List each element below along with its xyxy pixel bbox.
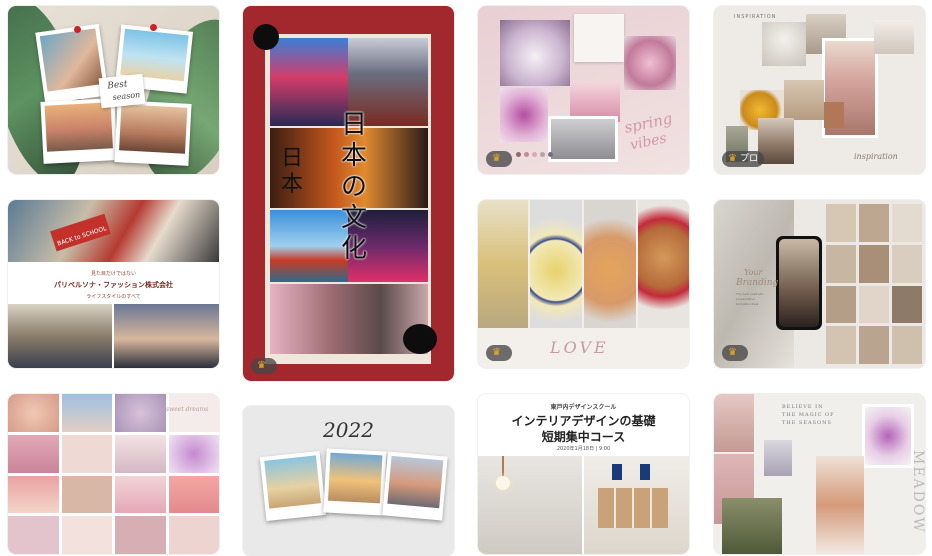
crown-icon: ♛: [492, 153, 501, 164]
small-text-2: presentation: [736, 297, 755, 301]
title-char: 化: [340, 234, 367, 264]
side-char: 本: [281, 172, 304, 197]
script-inspiration: inspiration: [854, 152, 898, 161]
color-palette-dots: [516, 152, 553, 157]
photo-pancakes: [638, 200, 689, 328]
script-love: LOVE: [550, 338, 609, 357]
side-title-vertical: 日 本: [281, 146, 303, 198]
crown-icon: ♛: [728, 347, 737, 358]
seasons-line-2: THE MAGIC OF: [782, 412, 835, 418]
photo-shelf-room: [584, 456, 689, 554]
small-text-1: The best aesthetic: [736, 292, 764, 296]
title-char: の: [340, 172, 367, 202]
photo-white-flower: [500, 20, 570, 86]
photo-cups: [874, 20, 914, 54]
shelf-unit: [598, 488, 668, 528]
course-date: 2020年1月18日 | 9:00: [556, 446, 611, 452]
photo-pink-flowers: [714, 394, 754, 452]
template-card-2022-polaroids[interactable]: 2022: [243, 406, 454, 556]
template-card-summer-polaroids[interactable]: Best season: [8, 6, 219, 174]
photo-paper-note: [574, 14, 624, 62]
small-text-3: template ideas: [736, 302, 759, 306]
template-card-your-branding[interactable]: Your Branding The best aesthetic present…: [714, 200, 925, 368]
photo-lamp-room: [478, 456, 582, 554]
polaroid-woman-city: [382, 451, 448, 521]
premium-badge: ♛: [722, 345, 748, 361]
phone-mockup: [776, 236, 822, 330]
caption-line-1: Best: [106, 79, 129, 92]
photo-legs-chair: [8, 304, 112, 368]
year-title: 2022: [323, 418, 374, 442]
crown-icon: ♛: [257, 360, 266, 371]
template-card-japanese-culture[interactable]: 日 本 の 文 化 日 本 ♛: [243, 6, 454, 381]
company-name: パリペルソナ・ファッション株式会社: [54, 281, 173, 289]
template-card-seasons[interactable]: BELIEVE IN THE MAGIC OF THE SEASONS MEAD…: [714, 394, 925, 554]
meadow-vertical: MEADOW: [910, 450, 925, 534]
template-card-fashion-company[interactable]: BACK to SCHOOL 見た目だけではない パリペルソナ・ファッション株式…: [8, 200, 219, 368]
photo-torii-gate: [270, 210, 348, 282]
photo-silhouette-sunset: [114, 304, 219, 368]
crown-icon: ♛: [728, 153, 737, 164]
tagline: 見た目だけではない: [90, 271, 136, 277]
polaroid-beach-swing: [259, 451, 327, 521]
polaroid-sunset-friends: [40, 98, 118, 164]
photo-toast: [478, 200, 528, 328]
photo-stone: [548, 116, 618, 162]
photo-shells: [784, 80, 824, 120]
company-sub: ライフスタイルのすべて: [86, 294, 141, 300]
template-card-pastel-moodboard[interactable]: sweet dreams: [8, 394, 219, 554]
premium-badge: ♛: [486, 151, 512, 167]
photo-flower-toast: [584, 200, 636, 328]
script-branding: Branding: [736, 278, 779, 288]
premium-badge: ♛: [486, 345, 512, 361]
title-vertical: 日 本 の 文 化: [339, 110, 369, 265]
photo-grid: [8, 394, 219, 554]
pro-badge: ♛ プロ: [722, 151, 764, 167]
photo-purple-blossoms: [500, 88, 548, 142]
pro-label: プロ: [739, 153, 758, 164]
course-title-2: 短期集中コース: [541, 430, 626, 444]
photo-pink-sweets: [624, 36, 676, 90]
title-char: 文: [340, 203, 367, 233]
arc-title: INSPIRATION: [734, 14, 777, 20]
photo-statue: [762, 22, 806, 66]
photo-woman-flowers: [816, 456, 864, 554]
pin-icon: [150, 24, 157, 31]
photo-brown-block: [824, 102, 844, 128]
photo-blueberry-bowl: [530, 200, 582, 328]
seasons-line-3: THE SEASONS: [782, 420, 832, 426]
pin-icon: [74, 26, 81, 33]
photo-tokyo-street: [270, 38, 348, 126]
ink-splash: [253, 24, 279, 50]
polaroid-woman-sunglasses: [35, 23, 109, 105]
premium-badge: ♛: [251, 358, 277, 374]
photo-purple-flowers: [862, 404, 914, 468]
side-char: 日: [281, 146, 304, 171]
template-card-food-love[interactable]: LOVE ♛: [478, 200, 689, 368]
ink-splash: [403, 324, 437, 354]
school-name: 東戸内デザインスクール: [550, 404, 617, 411]
pendant-lamp-icon: [502, 456, 504, 478]
script-sweet-dreams: sweet dreams: [166, 406, 209, 413]
course-title-1: インテリアデザインの基礎: [511, 414, 656, 428]
script-your: Your: [744, 268, 763, 277]
photo-grid: [826, 204, 922, 364]
caption-note: Best season: [98, 73, 146, 109]
polaroid-hand-sunset: [323, 448, 387, 516]
photo-table-flowers: [722, 498, 782, 554]
title-char: 日: [340, 110, 367, 140]
template-card-inspiration[interactable]: INSPIRATION inspiration ♛ プロ: [714, 6, 925, 174]
template-card-interior-course[interactable]: 東戸内デザインスクール インテリアデザインの基礎 短期集中コース 2020年1月…: [478, 394, 689, 554]
caption-line-2: season: [112, 90, 141, 102]
template-card-spring-vibes[interactable]: spring vibes ♛: [478, 6, 689, 174]
seasons-line-1: BELIEVE IN: [782, 404, 824, 410]
polaroid-group-selfie: [114, 100, 192, 166]
crown-icon: ♛: [492, 347, 501, 358]
photo-vase-small: [764, 440, 792, 476]
photo-stationery: [8, 200, 219, 262]
title-char: 本: [340, 141, 367, 171]
